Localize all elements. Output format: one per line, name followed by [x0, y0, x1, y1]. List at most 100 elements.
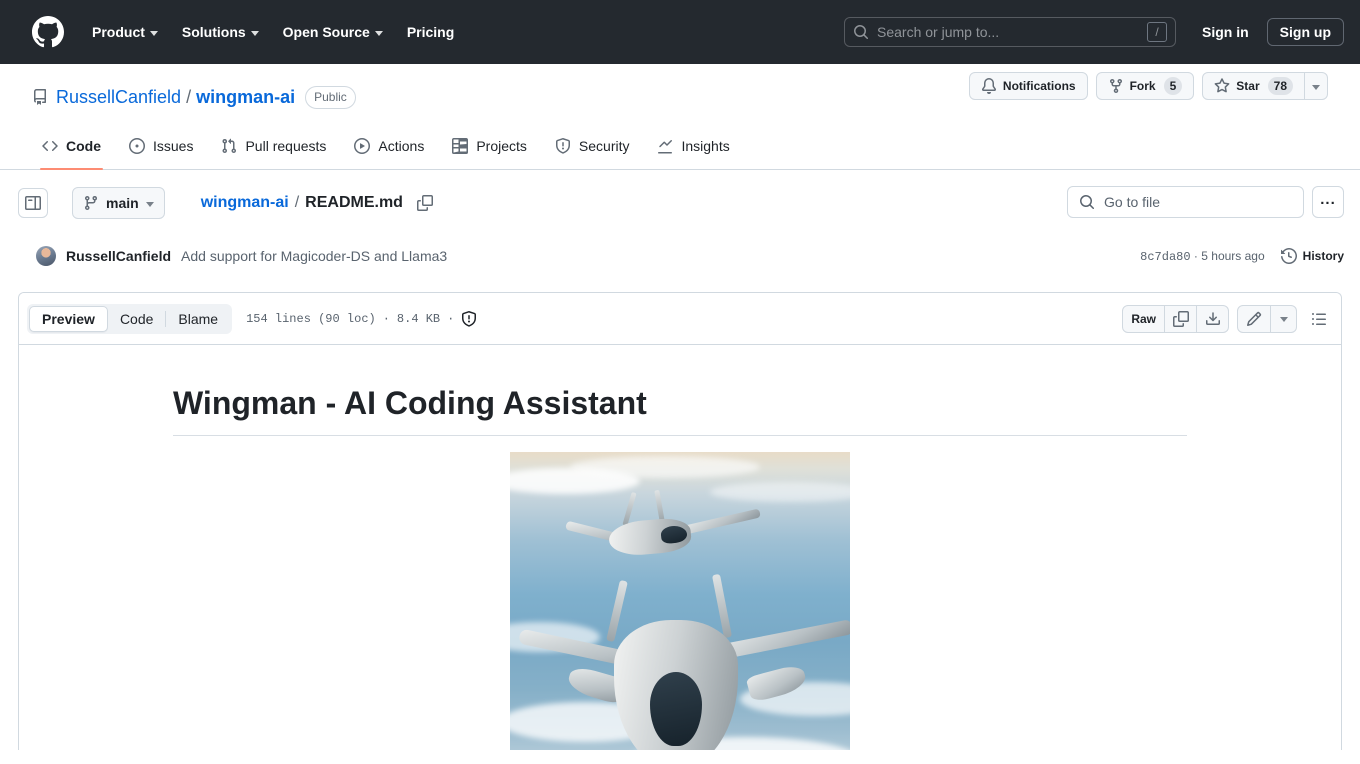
github-mark-icon[interactable]	[32, 16, 64, 48]
fighter-jets-image	[510, 452, 850, 750]
nav-item-label: Pricing	[406, 24, 455, 40]
branch-name: main	[106, 195, 139, 211]
tab-label: Code	[66, 138, 101, 154]
edit-file-button[interactable]	[1237, 304, 1271, 333]
repo-owner-link[interactable]: RussellCanfield	[56, 87, 181, 108]
commit-author[interactable]: RussellCanfield	[66, 248, 171, 264]
file-view-tabs: Preview Code Blame	[27, 303, 233, 334]
notifications-label: Notifications	[1002, 79, 1076, 93]
search-icon	[1080, 195, 1095, 210]
go-to-file-placeholder: Go to file	[1104, 194, 1161, 210]
nav-item-pricing[interactable]: Pricing	[395, 16, 466, 48]
search-input[interactable]: Search or jump to... /	[844, 17, 1176, 47]
edit-dropdown-button[interactable]	[1271, 304, 1297, 333]
repository-actions: Notifications Fork 5 Star 78	[968, 72, 1328, 100]
outline-toggle-button[interactable]	[1305, 305, 1333, 333]
search-shortcut-badge: /	[1147, 22, 1167, 42]
tab-label: Projects	[476, 138, 527, 154]
tab-projects[interactable]: Projects	[442, 131, 537, 161]
nav-item-solutions[interactable]: Solutions	[170, 16, 271, 48]
star-icon	[1214, 78, 1230, 93]
avatar[interactable]	[36, 246, 56, 266]
sign-in-button[interactable]: Sign in	[1190, 18, 1261, 46]
play-icon	[354, 138, 371, 154]
breadcrumb-repo-link[interactable]: wingman-ai	[201, 194, 289, 212]
commit-meta-dot: ·	[1193, 248, 1198, 263]
git-pull-request-icon	[221, 138, 237, 154]
tab-actions[interactable]: Actions	[344, 131, 434, 161]
tab-code[interactable]: Code	[32, 131, 111, 170]
tab-label: Insights	[681, 138, 730, 154]
more-options-button[interactable]: ...	[1312, 186, 1344, 218]
file-line-count: 154 lines (90 loc)	[246, 311, 376, 326]
chevron-down-icon	[149, 30, 158, 36]
copy-path-icon[interactable]	[416, 195, 433, 211]
commit-time: 5 hours ago	[1201, 248, 1265, 263]
sign-up-button[interactable]: Sign up	[1266, 18, 1344, 46]
tab-blame[interactable]: Blame	[166, 306, 230, 332]
breadcrumb: wingman-ai / README.md	[201, 194, 433, 212]
star-button-group: Star 78	[1202, 72, 1328, 100]
tab-label: Actions	[378, 138, 425, 154]
nav-item-product[interactable]: Product	[80, 16, 170, 48]
commit-hash: 8c7da80	[1140, 249, 1191, 264]
graph-icon	[657, 138, 673, 154]
pencil-icon	[1246, 311, 1262, 326]
global-nav: Product Solutions Open Source Pricing	[80, 16, 466, 48]
file-toolbar-actions: Raw	[1122, 304, 1333, 333]
sidebar-toggle-button[interactable]	[18, 188, 48, 218]
chevron-down-icon	[1312, 84, 1320, 90]
visibility-badge: Public	[305, 85, 356, 109]
star-count: 78	[1267, 77, 1293, 95]
history-label: History	[1302, 249, 1344, 263]
jet-front	[518, 572, 850, 750]
repo-forked-icon	[1109, 79, 1122, 94]
branch-selector-button[interactable]: main	[72, 187, 165, 219]
tab-security[interactable]: Security	[545, 131, 640, 161]
commit-message[interactable]: Add support for Magicoder-DS and Llama3	[181, 248, 447, 264]
file-navigation-row: main wingman-ai / README.md Go to file .…	[0, 170, 1360, 236]
fork-count: 5	[1163, 77, 1183, 95]
tab-pull-requests[interactable]: Pull requests	[211, 131, 336, 161]
repository-title-row: RussellCanfield / wingman-ai Public Noti…	[32, 64, 1328, 122]
raw-button[interactable]: Raw	[1122, 304, 1165, 333]
issue-opened-icon	[129, 138, 145, 154]
star-label: Star	[1236, 79, 1260, 93]
breadcrumb-separator: /	[294, 194, 300, 211]
shield-check-icon[interactable]	[461, 310, 477, 327]
nav-item-label: Open Source	[282, 24, 370, 40]
tab-code[interactable]: Code	[108, 306, 165, 332]
triangle-down-icon	[145, 201, 154, 207]
copy-raw-content-button[interactable]	[1165, 304, 1197, 333]
shield-icon	[555, 138, 571, 154]
tab-issues[interactable]: Issues	[119, 131, 203, 161]
go-to-file-input[interactable]: Go to file	[1067, 186, 1304, 218]
file-metadata: 154 lines (90 loc) · 8.4 KB ·	[246, 310, 477, 327]
download-button[interactable]	[1197, 304, 1229, 333]
repo-name-link[interactable]: wingman-ai	[196, 87, 295, 108]
download-icon	[1205, 311, 1220, 325]
file-toolbar: Preview Code Blame 154 lines (90 loc) · …	[19, 293, 1341, 345]
nav-item-open-source[interactable]: Open Source	[271, 16, 395, 48]
nav-item-label: Solutions	[181, 24, 246, 40]
search-icon	[854, 25, 869, 40]
tab-insights[interactable]: Insights	[647, 131, 739, 161]
readme-image-container	[173, 452, 1187, 750]
star-dropdown-button[interactable]	[1305, 72, 1328, 100]
repository-tabs: Code Issues Pull requests Actions Projec…	[0, 122, 1360, 170]
readme-content: Wingman - AI Coding Assistant	[19, 345, 1341, 750]
history-link[interactable]: History	[1280, 248, 1344, 264]
repository-header: RussellCanfield / wingman-ai Public Noti…	[0, 64, 1360, 122]
repo-path-separator: /	[186, 86, 192, 107]
commit-meta-group: 8c7da80 · 5 hours ago History	[1140, 248, 1344, 264]
fork-button[interactable]: Fork 5	[1095, 72, 1195, 100]
bell-icon	[981, 78, 996, 94]
search-placeholder: Search or jump to...	[877, 24, 1000, 40]
raw-copy-download-group: Raw	[1122, 304, 1229, 333]
tab-preview[interactable]: Preview	[29, 305, 108, 332]
notifications-button[interactable]: Notifications	[968, 72, 1088, 100]
file-nav-right-group: Go to file ...	[1067, 186, 1344, 218]
star-button[interactable]: Star 78	[1202, 72, 1305, 100]
header-right-group: Search or jump to... / Sign in Sign up	[844, 0, 1344, 64]
commit-hash-and-time[interactable]: 8c7da80 · 5 hours ago	[1140, 249, 1265, 264]
